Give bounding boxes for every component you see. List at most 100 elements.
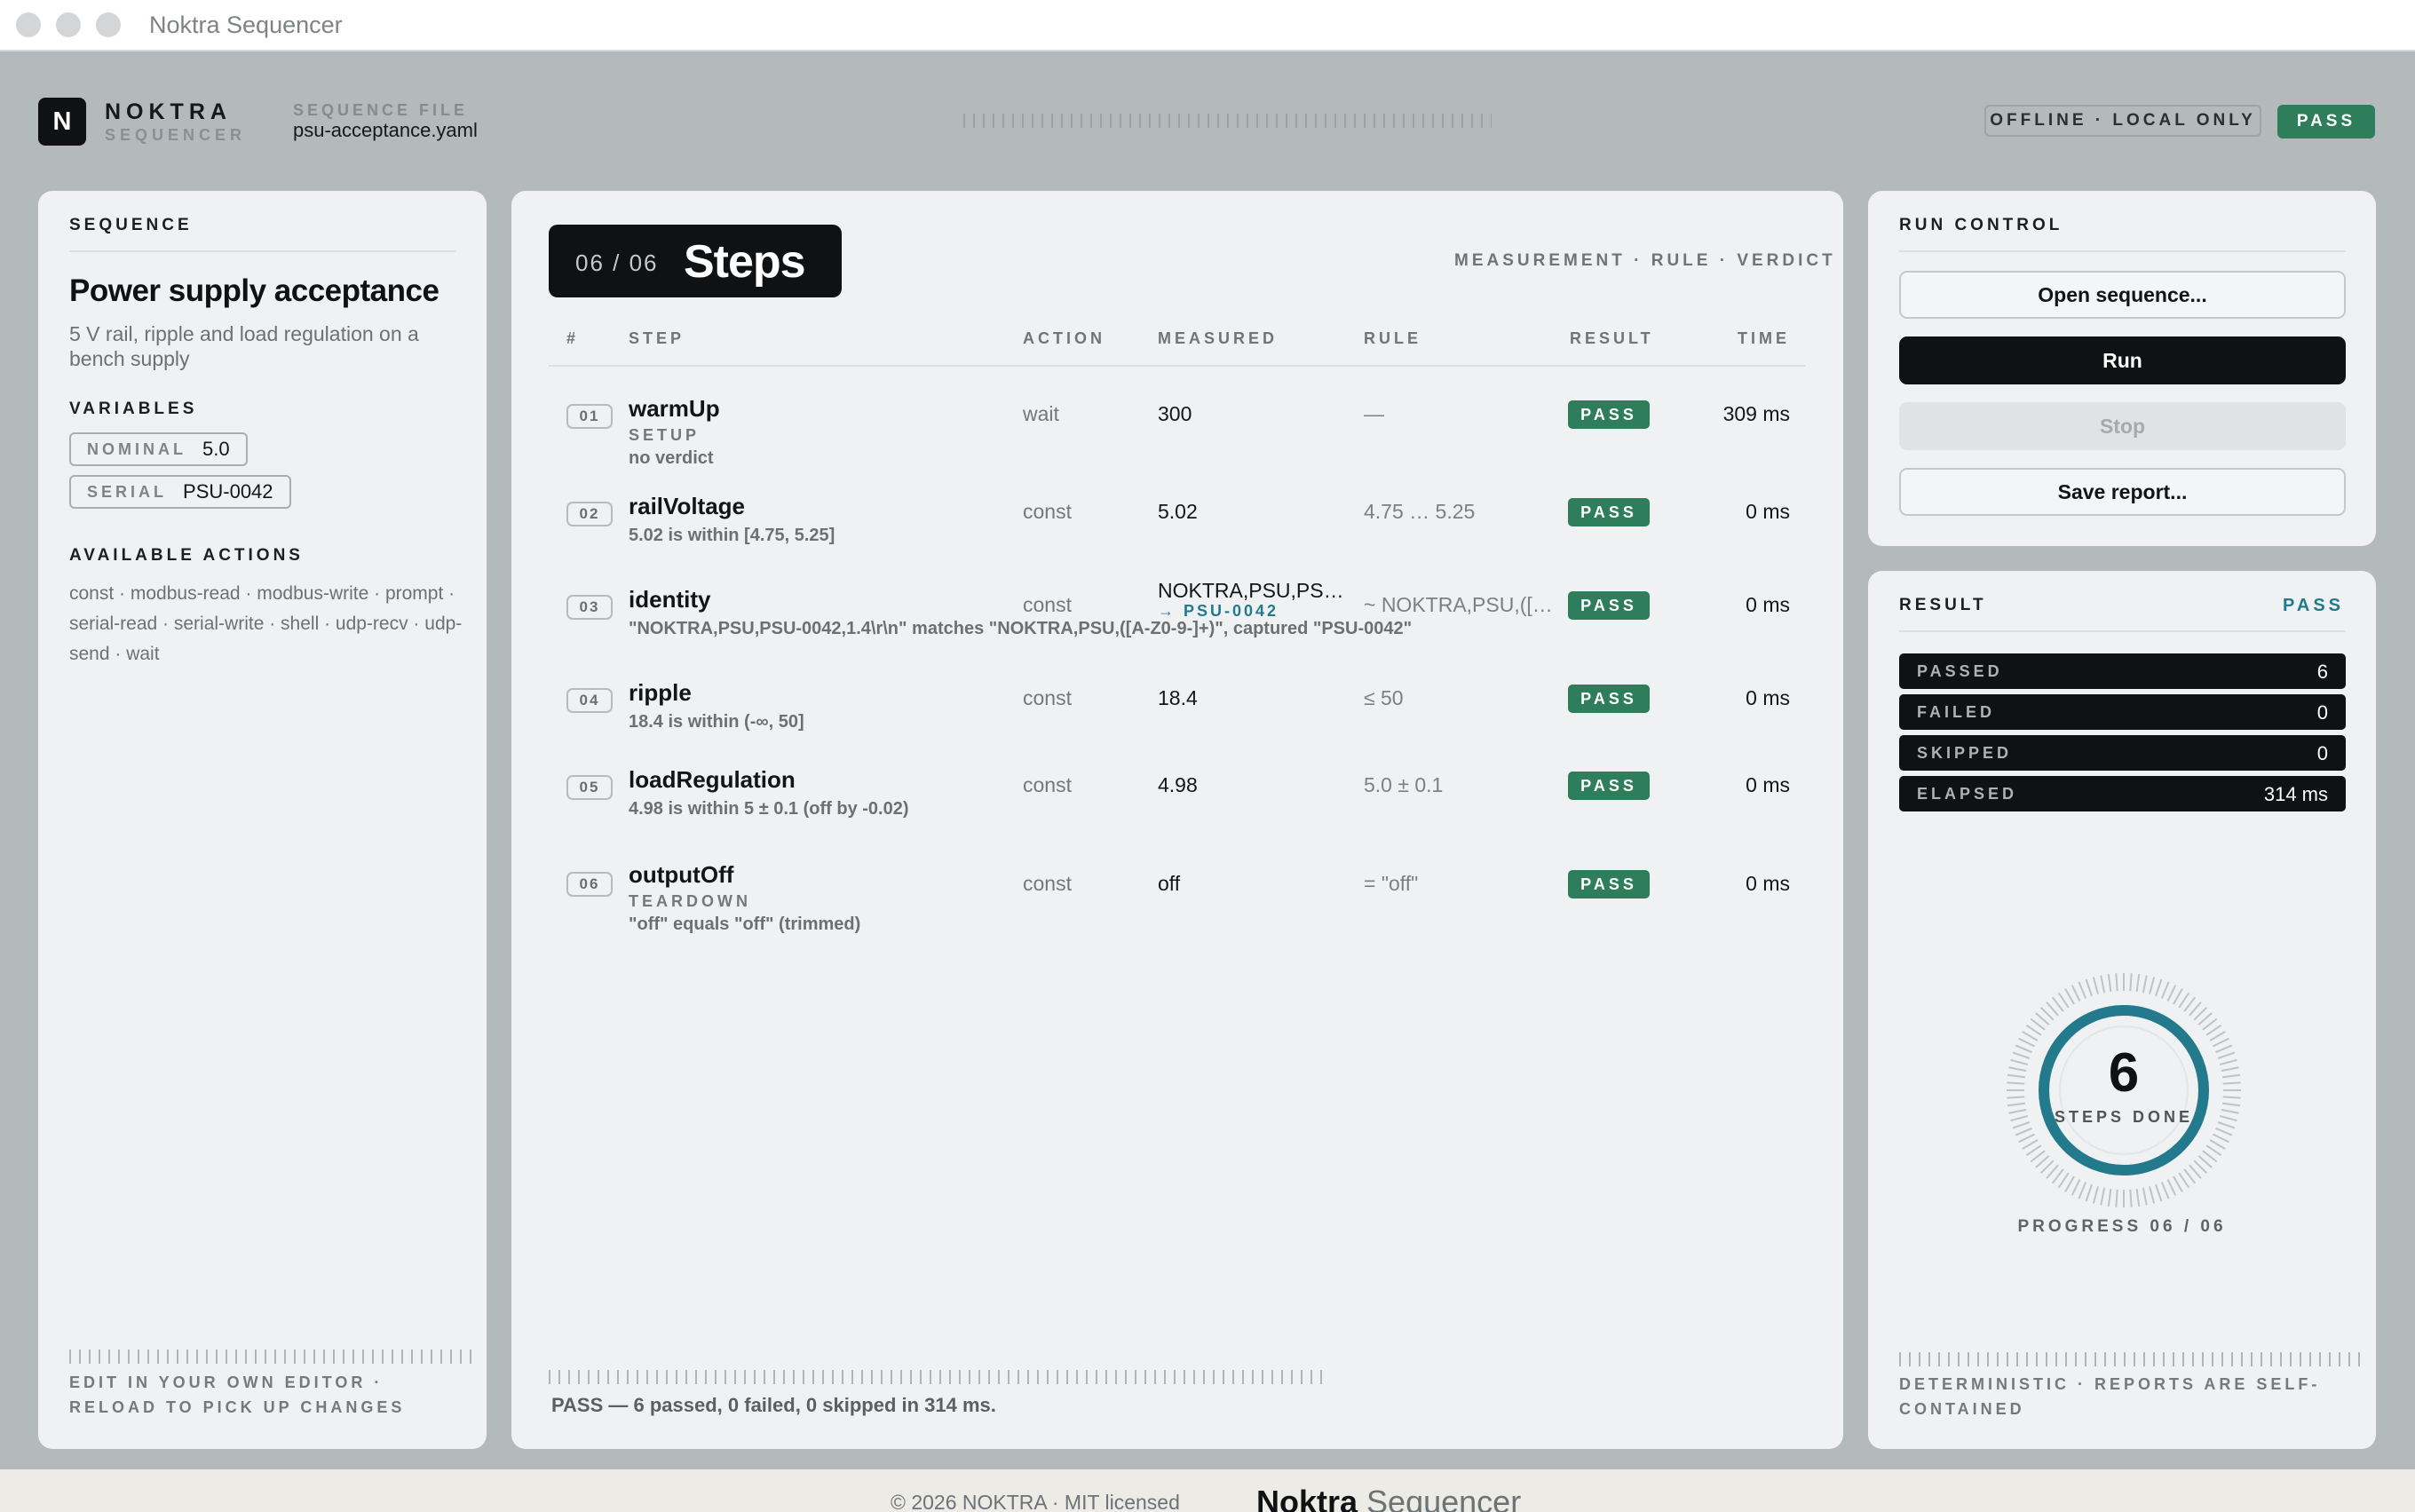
dial-tick [2078, 1182, 2087, 1199]
available-actions-list: const · modbus-read · modbus-write · pro… [69, 583, 463, 664]
window-titlebar: Noktra Sequencer [0, 0, 2415, 51]
step-action: const [1023, 593, 1072, 616]
step-number: 01 [566, 404, 613, 429]
step-name: warmUp [629, 395, 720, 422]
footer-brand-bold: Noktra [1256, 1484, 1358, 1512]
dial-tick [2030, 1017, 2046, 1031]
dial-value: 6 [2108, 1042, 2140, 1104]
step-action: wait [1023, 402, 1059, 425]
step-time: 0 ms [1746, 872, 1790, 895]
step-number: 02 [566, 502, 613, 526]
dial-tick [2071, 985, 2081, 1001]
stat-value: 6 [2316, 661, 2328, 683]
dial-tick [2202, 1150, 2218, 1163]
dial-tick [2149, 977, 2156, 995]
available-actions-label: AVAILABLE ACTIONS [69, 546, 304, 565]
dial-tick [2025, 1024, 2042, 1036]
step-action: const [1023, 500, 1072, 523]
footer-brand-light: Sequencer [1366, 1484, 1522, 1512]
run-summary: PASS — 6 passed, 0 failed, 0 skipped in … [551, 1394, 996, 1416]
step-rule: 5.0 ± 0.1 [1364, 773, 1444, 796]
dial-tick [2025, 1144, 2042, 1157]
dial-tick [2107, 1188, 2112, 1207]
step-time: 0 ms [1746, 686, 1790, 709]
dial-tick [2142, 975, 2148, 993]
result-footer-note: DETERMINISTIC · REPORTS ARE SELF- CONTAI… [1899, 1372, 2320, 1421]
step-result-badge: PASS [1568, 498, 1650, 526]
sequence-file-label: SEQUENCE FILE [293, 101, 469, 119]
run-control-panel: RUN CONTROL Open sequence... Run Stop Sa… [1868, 191, 2376, 546]
sequence-title: Power supply acceptance [69, 273, 439, 308]
dial-tick [2071, 1179, 2081, 1196]
stat-value: 314 ms [2263, 783, 2328, 805]
sequence-section-label: SEQUENCE [69, 216, 193, 234]
dial-tick [2051, 996, 2064, 1012]
steps-header-box: 06 / 06 Steps [549, 225, 842, 297]
footer-copyright: © 2026 NOKTRA · MIT licensed [891, 1491, 1180, 1512]
open-sequence-button[interactable]: Open sequence... [1899, 271, 2346, 319]
dial-tick [2092, 977, 2099, 995]
close-window-button[interactable] [16, 12, 41, 37]
step-verdict-note: 4.98 is within 5 ± 0.1 (off by -0.02) [629, 799, 909, 819]
column-header-rule: RULE [1364, 329, 1421, 347]
dial-tick [2166, 1179, 2177, 1196]
step-name: identity [629, 586, 711, 613]
save-report-button[interactable]: Save report... [1899, 468, 2346, 516]
dial-tick [2057, 992, 2070, 1009]
dial-label: STEPS DONE [2054, 1108, 2194, 1126]
step-number: 04 [566, 688, 613, 713]
step-rule: ≤ 50 [1364, 686, 1404, 709]
step-number: 03 [566, 595, 613, 620]
progress-label: PROGRESS 06 / 06 [2017, 1217, 2227, 1236]
stat-key: ELAPSED [1917, 785, 2018, 803]
variable-chip-nominal: NOMINAL 5.0 [69, 432, 248, 466]
step-measured: off [1158, 872, 1181, 895]
dial-tick [2178, 992, 2190, 1009]
step-result-badge: PASS [1568, 870, 1650, 898]
dial-tick [2051, 1168, 2064, 1184]
dial-tick [2022, 1031, 2039, 1041]
sequence-file-name: psu-acceptance.yaml [293, 119, 478, 141]
dial-tick [2160, 981, 2170, 999]
steps-panel: 06 / 06 Steps MEASUREMENT · RULE · VERDI… [511, 191, 1843, 1449]
column-header-step: STEP [629, 329, 685, 347]
step-captured-value: → PSU-0042 [1158, 602, 1279, 620]
step-rule: 4.75 … 5.25 [1364, 500, 1476, 523]
dial-tick [2064, 988, 2075, 1005]
stat-failed: FAILED 0 [1899, 694, 2346, 730]
step-measured: NOKTRA,PSU,PS… [1158, 579, 1344, 602]
zoom-window-button[interactable] [96, 12, 121, 37]
dial-tick [2078, 981, 2087, 999]
step-name: ripple [629, 679, 692, 706]
divider [69, 250, 455, 252]
dial-tick [2100, 975, 2106, 993]
run-button[interactable]: Run [1899, 336, 2346, 384]
step-action: const [1023, 773, 1072, 796]
app-logo: N [38, 98, 86, 146]
variables-label: VARIABLES [69, 400, 198, 418]
column-header-time: TIME [1738, 329, 1790, 347]
dial-tick [2202, 1017, 2218, 1031]
step-measured: 4.98 [1158, 773, 1198, 796]
step-measured: 5.02 [1158, 500, 1198, 523]
divider [1899, 250, 2346, 252]
variable-chip-serial: SERIAL PSU-0042 [69, 475, 291, 509]
step-verdict-note: "NOKTRA,PSU,PSU-0042,1.4\r\n" matches "N… [629, 619, 1413, 638]
step-number: 05 [566, 775, 613, 800]
steps-title: Steps [684, 236, 806, 288]
column-header-action: ACTION [1023, 329, 1105, 347]
dial-tick [2149, 1185, 2156, 1204]
step-verdict-note: 5.02 is within [4.75, 5.25] [629, 526, 835, 545]
divider [1899, 630, 2346, 632]
dial-tick [2129, 1189, 2133, 1207]
footer-note-line: CONTAINED [1899, 1400, 2025, 1418]
variable-value: PSU-0042 [183, 480, 273, 503]
dial-tick [2092, 1185, 2099, 1204]
step-result-badge: PASS [1568, 591, 1650, 620]
stat-key: FAILED [1917, 703, 1996, 721]
dial-tick [2129, 973, 2133, 992]
minimize-window-button[interactable] [56, 12, 81, 37]
result-panel: RESULT PASS PASSED 6 FAILED 0 SKIPPED 0 … [1868, 571, 2376, 1449]
stop-button[interactable]: Stop [1899, 402, 2346, 450]
step-time: 309 ms [1722, 402, 1790, 425]
